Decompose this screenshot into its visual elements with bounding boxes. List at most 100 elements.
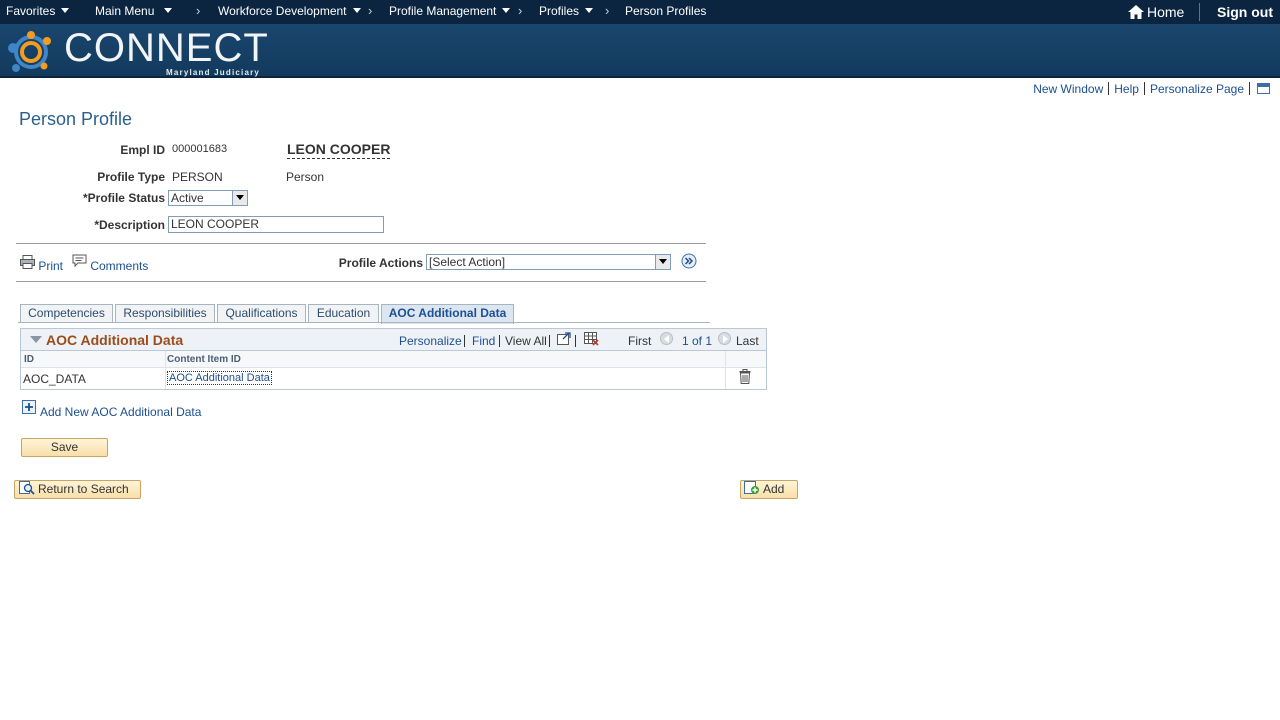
profile-status-select[interactable]: Active [168, 190, 248, 206]
add-new-aoc-data-link[interactable]: Add New AOC Additional Data [22, 400, 201, 419]
search-return-icon [19, 481, 35, 495]
column-divider [165, 351, 166, 389]
chevron-down-icon [585, 8, 594, 13]
profile-actions-value: [Select Action] [429, 255, 506, 269]
profile-status-label: *Profile Status [82, 191, 165, 205]
link-divider [464, 335, 465, 347]
content-item-link[interactable]: AOC Additional Data [167, 371, 272, 385]
grid-last-label: Last [736, 334, 759, 348]
tab-qualifications[interactable]: Qualifications [217, 304, 306, 323]
breadcrumb-separator-icon: › [518, 3, 523, 18]
grid-title: AOC Additional Data [46, 332, 184, 348]
tab-responsibilities[interactable]: Responsibilities [115, 304, 215, 323]
employee-name[interactable]: LEON COOPER [287, 141, 391, 159]
profile-type-label: Profile Type [97, 170, 165, 184]
logo-wordmark: CONNECT [64, 26, 269, 70]
column-header-id: ID [24, 354, 34, 365]
breadcrumb-profile-management[interactable]: Profile Management [389, 4, 511, 18]
chevron-down-icon [61, 8, 70, 13]
home-label: Home [1147, 4, 1185, 20]
help-link[interactable]: Help [1114, 82, 1139, 96]
previous-row-icon[interactable] [660, 332, 673, 345]
grid-view-all-link[interactable]: View All [505, 334, 547, 348]
plus-icon [22, 400, 36, 414]
logo-subtitle: Maryland Judiciary [166, 68, 261, 77]
home-icon [1128, 5, 1144, 19]
trash-icon[interactable] [739, 369, 751, 384]
print-link[interactable]: Print [20, 255, 63, 273]
column-header-content-item-id: Content Item ID [167, 354, 241, 365]
new-window-link[interactable]: New Window [1033, 82, 1103, 96]
main-menu[interactable]: Main Menu [95, 4, 173, 18]
favorites-label: Favorites [6, 4, 56, 18]
grid-header: AOC Additional Data Personalize Find Vie… [21, 329, 766, 351]
breadcrumb-workforce-development[interactable]: Workforce Development [218, 4, 361, 18]
chevron-down-icon [502, 8, 511, 13]
comment-bubble-icon [72, 254, 87, 268]
save-button[interactable]: Save [21, 438, 108, 457]
description-label: *Description [94, 218, 165, 232]
main-menu-label: Main Menu [95, 4, 155, 18]
description-input[interactable]: LEON COOPER [168, 216, 384, 233]
page-layout-icon[interactable] [1257, 83, 1270, 94]
chevron-down-icon [164, 8, 173, 13]
connect-logo-icon [8, 31, 51, 72]
column-divider [725, 351, 726, 389]
grid-first-label: First [628, 334, 652, 348]
breadcrumb-person-profiles[interactable]: Person Profiles [625, 4, 706, 18]
branding-banner: CONNECT Maryland Judiciary [0, 24, 1280, 78]
next-row-icon[interactable] [718, 332, 731, 345]
tab-baseline [18, 322, 710, 323]
breadcrumb-separator-icon: › [196, 3, 201, 18]
tab-education[interactable]: Education [308, 304, 379, 323]
dropdown-arrow-icon[interactable] [232, 191, 247, 205]
profile-actions-label: Profile Actions [338, 256, 423, 270]
breadcrumb-label: Person Profiles [625, 4, 707, 18]
return-to-search-button[interactable]: Return to Search [14, 480, 141, 499]
go-action-icon[interactable] [681, 253, 697, 269]
breadcrumb-label: Profile Management [389, 4, 497, 18]
tab-aoc-additional-data[interactable]: AOC Additional Data [381, 304, 514, 324]
page-utility-links: New Window Help Personalize Page [1033, 82, 1270, 96]
sign-out-link[interactable]: Sign out [1217, 4, 1273, 20]
grid-personalize-link[interactable]: Personalize [399, 334, 462, 348]
download-spreadsheet-icon[interactable] [584, 332, 599, 346]
divider [16, 243, 706, 244]
profile-actions-select[interactable]: [Select Action] [426, 254, 671, 270]
new-window-grid-icon[interactable] [557, 332, 571, 345]
collapse-triangle-icon[interactable] [30, 336, 42, 343]
divider [16, 281, 706, 282]
tab-competencies[interactable]: Competencies [20, 304, 113, 323]
dropdown-arrow-icon[interactable] [655, 255, 670, 269]
favorites-menu[interactable]: Favorites [6, 4, 70, 18]
breadcrumb-separator-icon: › [368, 3, 373, 18]
empl-id-label: Empl ID [120, 143, 165, 157]
breadcrumb-label: Profiles [539, 4, 580, 18]
return-to-search-label: Return to Search [38, 482, 129, 496]
profile-status-value: Active [171, 191, 204, 205]
grid-find-link[interactable]: Find [472, 334, 495, 348]
home-link[interactable]: Home [1128, 4, 1184, 20]
add-document-icon [744, 481, 759, 494]
link-divider [1108, 82, 1110, 95]
link-divider [1249, 82, 1250, 95]
grid-page-indicator: 1 of 1 [682, 334, 713, 348]
add-button[interactable]: Add [740, 480, 798, 499]
row-id-value: AOC_DATA [23, 372, 86, 386]
breadcrumb-label: Workforce Development [218, 4, 347, 18]
page-title: Person Profile [19, 109, 133, 129]
link-divider [549, 335, 550, 347]
top-navigation-bar: Favorites Main Menu › Workforce Developm… [0, 0, 1280, 24]
link-divider [575, 335, 576, 347]
profile-type-value: PERSON [172, 170, 223, 184]
link-divider [1143, 82, 1145, 95]
comments-link[interactable]: Comments [72, 254, 148, 273]
chevron-down-icon [352, 8, 361, 13]
nav-divider [1199, 3, 1200, 21]
aoc-additional-data-grid: AOC Additional Data Personalize Find Vie… [20, 328, 767, 390]
personalize-page-link[interactable]: Personalize Page [1150, 82, 1244, 96]
profile-type-description: Person [286, 170, 325, 184]
comments-label: Comments [90, 259, 149, 273]
breadcrumb-profiles[interactable]: Profiles [539, 4, 594, 18]
print-icon [20, 255, 35, 269]
